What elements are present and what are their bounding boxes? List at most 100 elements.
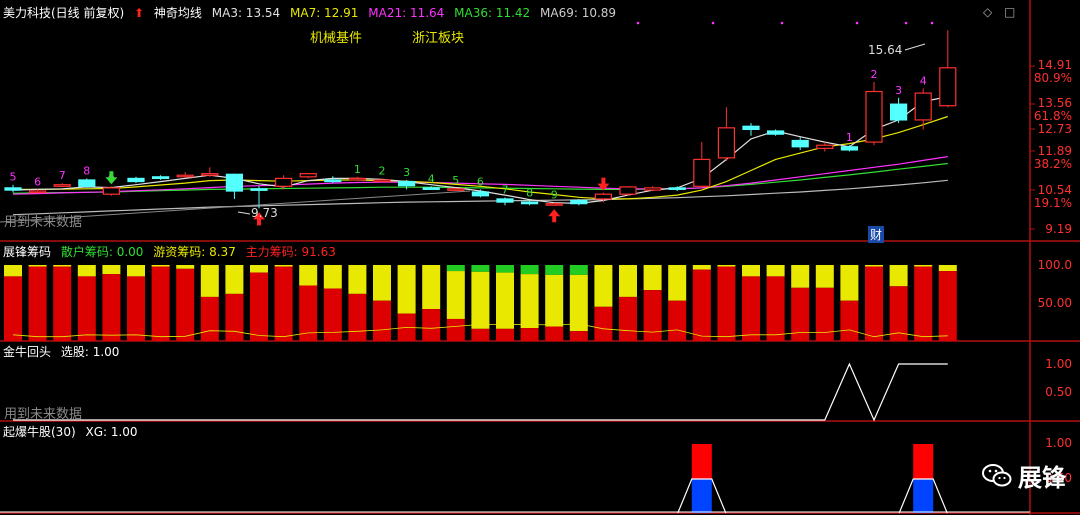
candle-down	[471, 191, 489, 197]
candle-down	[496, 198, 514, 203]
candle-down	[766, 130, 785, 135]
retail-chip-value: 散户筹码: 0.00	[60, 245, 144, 259]
price-axis-14-91: 14.91	[1037, 58, 1072, 72]
ma7-value: MA7: 12.91	[290, 6, 359, 20]
sequence-marker: 7	[502, 183, 509, 196]
candle-down	[791, 139, 809, 148]
candle-up	[102, 187, 121, 195]
high-pointer	[904, 43, 926, 51]
candle-up	[373, 179, 391, 183]
burst-bar-bottom	[913, 479, 934, 513]
chip-hot-money	[77, 265, 96, 277]
price-axis-9-19: 9.19	[1045, 222, 1072, 236]
watermark: 展锋	[982, 458, 1066, 493]
chip-retail	[569, 265, 588, 275]
chip-retail	[520, 265, 539, 275]
chip-main-force	[619, 296, 637, 341]
candle-up	[865, 90, 883, 143]
pct-axis-61-8: 61.8%	[1033, 109, 1072, 123]
candle-down	[225, 173, 243, 192]
bull-pane-header: 金牛回头 选股: 1.00	[3, 343, 125, 361]
chip-hot-money	[323, 265, 342, 289]
candle-up	[447, 188, 465, 191]
chip-retail	[496, 265, 514, 273]
chip-main-force	[496, 328, 514, 341]
candle-down	[570, 199, 588, 205]
diamond-icon[interactable]: ◇	[983, 5, 992, 19]
chip-main-force	[102, 274, 121, 341]
chip-main-force	[692, 269, 711, 341]
burst-bar-bottom	[691, 479, 712, 513]
sequence-marker: 6	[34, 175, 41, 188]
financial-report-badge[interactable]: 财	[868, 226, 885, 243]
main-force-chip-value: 主力筹码: 91.63	[245, 245, 336, 259]
chip-main-force	[200, 296, 219, 341]
chip-hot-money	[225, 265, 244, 294]
chip-hot-money	[446, 271, 465, 319]
sequence-marker: 2	[871, 68, 878, 81]
candle-down	[889, 103, 908, 121]
bull-axis-1: 1.00	[1045, 357, 1072, 371]
chip-main-force	[938, 271, 957, 341]
chip-axis-100: 100.0	[1037, 258, 1072, 272]
candle-down	[324, 179, 342, 183]
price-axis-10-54: 10.54	[1037, 183, 1072, 197]
low-price-label: 9.73	[251, 206, 278, 220]
sequence-marker: 1	[846, 131, 853, 144]
candle-down	[250, 188, 268, 191]
main-pane-header: 美力科技(日线 前复权) ⬆ 神奇均线 MA3: 13.54 MA7: 12.9…	[3, 4, 622, 22]
candle-up	[348, 177, 366, 181]
price-axis-13-56: 13.56	[1037, 96, 1072, 110]
indicator-name[interactable]: 神奇均线	[154, 6, 202, 20]
burst-axis-1: 1.00	[1045, 436, 1072, 450]
chip-main-force	[742, 276, 760, 341]
candle-up	[53, 184, 71, 187]
bull-future-data-note: 用到未来数据	[4, 407, 83, 422]
chip-main-force	[422, 309, 441, 341]
sequence-marker: 4	[920, 74, 927, 87]
chip-hot-money	[619, 265, 637, 297]
stock-name[interactable]: 美力科技(日线 前复权)	[3, 6, 124, 20]
chip-main-force	[274, 266, 293, 341]
signal-dot	[780, 21, 784, 25]
burst-indicator-name[interactable]: 起爆牛股(30)	[3, 425, 76, 439]
chip-main-force	[176, 268, 195, 341]
chip-main-force	[815, 287, 834, 341]
buy-arrow-icon	[548, 209, 561, 223]
chip-hot-money	[299, 265, 318, 286]
candle-up	[594, 193, 613, 200]
sequence-marker: 3	[403, 166, 410, 179]
candle-down	[668, 187, 686, 190]
chip-hot-money	[766, 265, 785, 277]
chip-indicator-name[interactable]: 展锋筹码	[3, 245, 51, 259]
sequence-marker: 4	[428, 172, 435, 185]
ma21-value: MA21: 11.64	[368, 6, 445, 20]
sequence-marker: 8	[526, 187, 533, 200]
chip-axis-50: 50.00	[1037, 296, 1072, 310]
candle-down	[152, 176, 170, 179]
chip-hot-money	[815, 265, 834, 288]
bull-indicator-name[interactable]: 金牛回头	[3, 345, 51, 359]
burst-bar-top	[691, 444, 712, 479]
maximize-icon[interactable]: □	[1004, 5, 1015, 19]
chip-main-force	[323, 288, 342, 341]
pct-axis-38-2: 38.2%	[1033, 157, 1072, 171]
candle-up	[939, 67, 957, 107]
chip-hot-money	[422, 265, 441, 310]
bull-axis-0-5: 0.50	[1045, 385, 1072, 399]
bull-select-value: 选股: 1.00	[60, 345, 120, 359]
chip-pane-header: 展锋筹码 散户筹码: 0.00 游资筹码: 8.37 主力筹码: 91.63	[3, 243, 342, 261]
price-axis-12-73: 12.73	[1037, 122, 1072, 136]
candle-down	[78, 179, 96, 187]
sequence-marker: 5	[452, 174, 459, 187]
chip-main-force	[348, 293, 367, 341]
chip-hot-money	[151, 265, 170, 267]
ma36-value: MA36: 11.42	[454, 6, 531, 20]
hot-money-chip-value: 游资筹码: 8.37	[153, 245, 236, 259]
chip-hot-money	[938, 265, 957, 272]
candle-down	[840, 146, 859, 151]
candle-up	[914, 92, 932, 121]
price-axis-11-89: 11.89	[1037, 144, 1072, 158]
candle-down	[127, 177, 145, 183]
low-pointer	[237, 211, 251, 215]
